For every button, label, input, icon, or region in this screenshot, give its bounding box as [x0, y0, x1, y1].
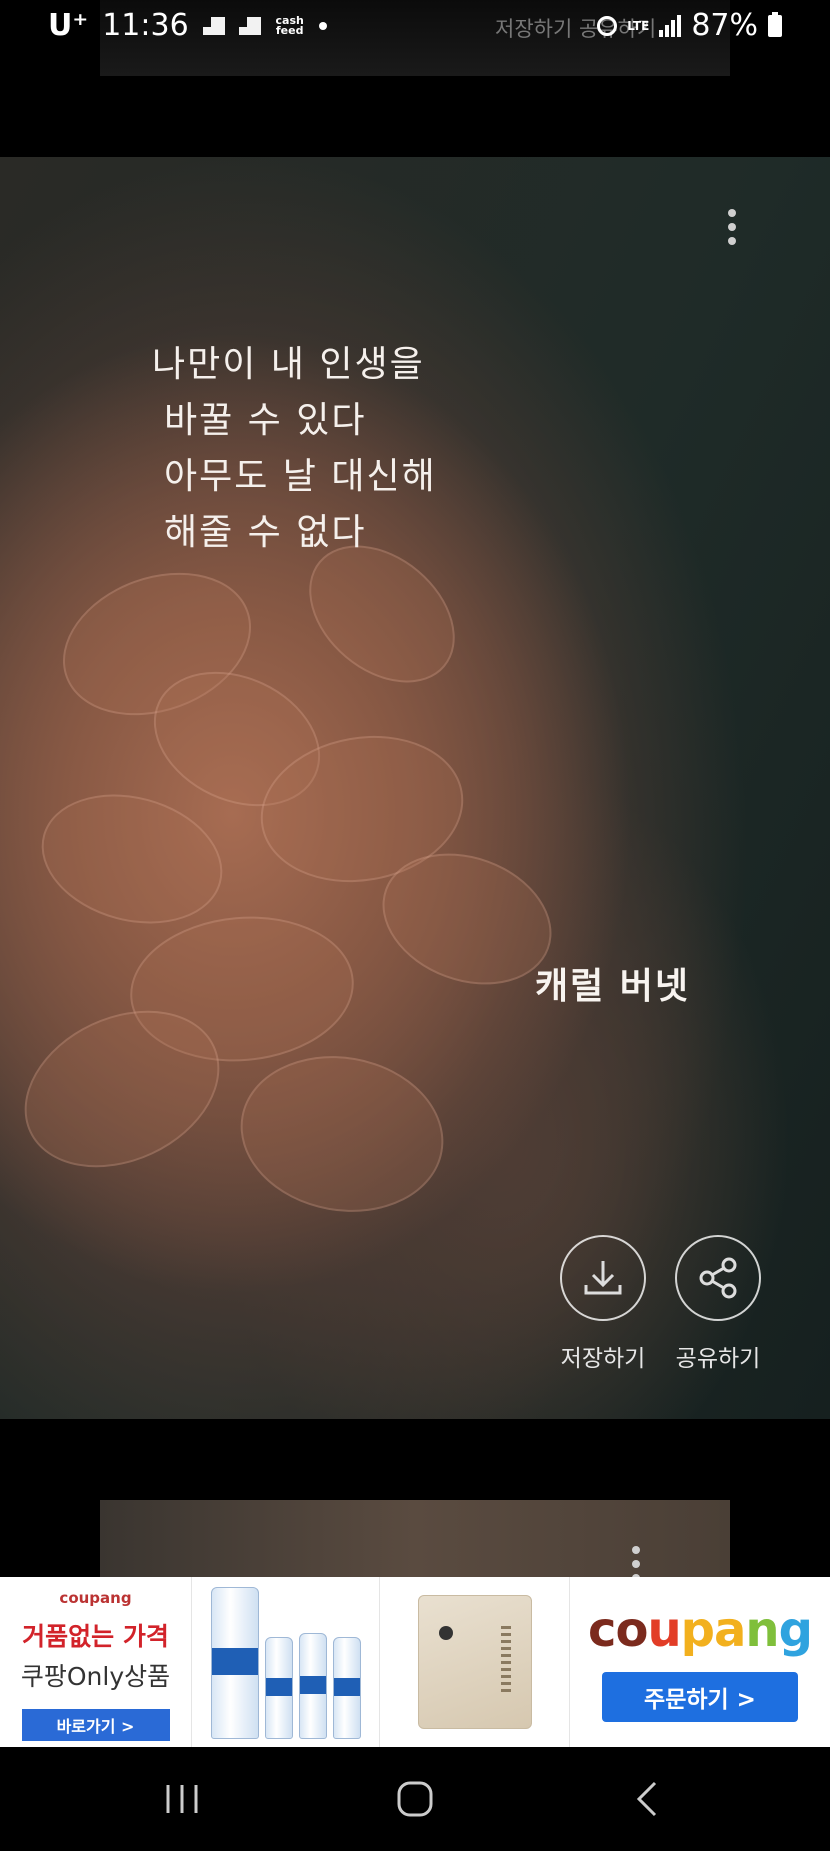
- status-bar: U⁺ 11:36 cash feed 저장하기 공유하기 LTE 87%: [0, 0, 830, 56]
- water-bottle-image: [332, 1637, 361, 1739]
- save-label: 저장하기: [560, 1346, 646, 1372]
- signal-icon: [659, 14, 682, 37]
- coupang-logo: coupang: [588, 1602, 813, 1658]
- ad-promo-subline: 쿠팡Only상품: [20, 1662, 171, 1691]
- share-label: 공유하기: [675, 1346, 761, 1372]
- water-bottle-image: [210, 1587, 259, 1739]
- quote-card[interactable]: 나만이 내 인생을 바꿀 수 있다 아무도 날 대신해 해줄 수 없다 캐럴 버…: [0, 157, 830, 1419]
- flower-petal: [228, 1040, 456, 1228]
- quote-line: 나만이 내 인생을: [152, 344, 425, 385]
- cashfeed-icon: cash feed: [275, 13, 304, 37]
- home-icon[interactable]: [385, 1775, 445, 1823]
- carrier-label: U⁺: [48, 8, 89, 43]
- rice-bag-image: [417, 1595, 532, 1729]
- back-icon[interactable]: [617, 1775, 677, 1823]
- ad-brand-panel[interactable]: coupang 주문하기 >: [570, 1577, 830, 1747]
- ad-product-rice[interactable]: [380, 1577, 570, 1747]
- save-button[interactable]: 저장하기: [543, 1235, 663, 1373]
- alarm-icon: [597, 15, 618, 36]
- flower-petal: [27, 775, 237, 943]
- ad-product-water[interactable]: [192, 1577, 380, 1747]
- navigation-bar: [0, 1747, 830, 1851]
- clock: 11:36: [102, 8, 189, 43]
- ad-banner[interactable]: coupang 거품없는 가격 쿠팡Only상품 바로가기 > coupang …: [0, 1577, 830, 1747]
- order-button[interactable]: 주문하기 >: [602, 1672, 798, 1722]
- quote-author: 캐럴 버넷: [535, 965, 691, 1007]
- status-left: U⁺ 11:36 cash feed: [48, 8, 327, 43]
- recent-apps-icon[interactable]: [152, 1775, 212, 1823]
- stairs-icon: [202, 16, 225, 35]
- notification-dot-icon: [318, 21, 327, 30]
- download-icon[interactable]: [560, 1235, 646, 1321]
- water-bottle-image: [298, 1633, 327, 1739]
- ad-promo-headline: 거품없는 가격: [22, 1622, 169, 1651]
- share-icon[interactable]: [675, 1235, 761, 1321]
- quote-line: 해줄 수 없다: [164, 512, 367, 553]
- bag-tag-icon: [438, 1626, 453, 1640]
- next-card[interactable]: [100, 1500, 730, 1582]
- ad-promo-logo: coupang: [59, 1589, 132, 1607]
- stairs-icon: [238, 16, 261, 35]
- share-button[interactable]: 공유하기: [658, 1235, 778, 1373]
- battery-icon: [768, 11, 782, 37]
- quote-line: 아무도 날 대신해: [164, 456, 437, 497]
- status-right: LTE 87%: [597, 8, 782, 43]
- water-bottle-image: [264, 1637, 293, 1739]
- quote-line: 바꿀 수 있다: [164, 400, 367, 441]
- ad-promo-panel[interactable]: coupang 거품없는 가격 쿠팡Only상품 바로가기 >: [0, 1577, 192, 1747]
- lte-icon: LTE: [627, 18, 650, 33]
- battery-percent: 87%: [691, 8, 758, 43]
- ad-go-button[interactable]: 바로가기 >: [21, 1709, 170, 1741]
- more-options-icon[interactable]: [726, 209, 738, 245]
- quote-text: 나만이 내 인생을 바꿀 수 있다 아무도 날 대신해 해줄 수 없다: [152, 337, 437, 561]
- bag-label-graphic: [500, 1626, 511, 1696]
